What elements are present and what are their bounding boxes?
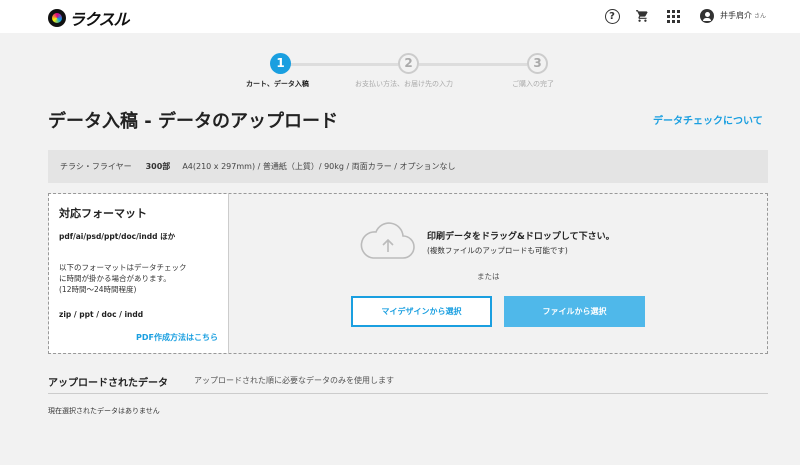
format-list: pdf/ai/psd/ppt/doc/indd ほか (59, 232, 176, 241)
data-check-link[interactable]: データチェックについて (653, 112, 763, 127)
step-3-indicator: 3 (527, 53, 548, 74)
spec-quantity: 300部 (145, 162, 171, 171)
cloud-upload-icon (360, 222, 415, 259)
cart-icon[interactable] (632, 6, 652, 26)
page-title: データ入稿 - データのアップロード (48, 111, 339, 132)
order-spec-bar: チラシ・フライヤー 300部 A4(210 x 297mm) / 普通紙（上質）… (48, 150, 768, 183)
empty-state-text: 現在選択されたデータはありません (48, 407, 160, 415)
select-file-button[interactable]: ファイルから選択 (504, 296, 645, 327)
step-2-indicator: 2 (398, 53, 419, 74)
dropzone-title: 印刷データをドラッグ&ドロップして下さい。 (427, 232, 615, 242)
format-title: 対応フォーマット (59, 207, 147, 220)
divider (48, 393, 768, 394)
account-icon[interactable] (697, 6, 717, 26)
pdf-howto-link[interactable]: PDF作成方法はこちら (136, 332, 218, 343)
logo-text: ラクスル (69, 10, 130, 29)
logo[interactable]: ラクスル (48, 6, 130, 30)
step-3-label: ご購入の完了 (512, 80, 554, 88)
or-separator: または (477, 272, 500, 281)
format-note: 以下のフォーマットはデータチェック に時間が掛かる場合があります。 (12時間〜… (59, 263, 187, 294)
apps-icon[interactable] (663, 6, 683, 26)
step-connector (419, 63, 527, 66)
step-1-label: カート、データ入稿 (246, 80, 309, 88)
select-from-mydesign-button[interactable]: マイデザインから選択 (351, 296, 492, 327)
format-panel: 対応フォーマット pdf/ai/psd/ppt/doc/indd ほか 以下のフ… (49, 194, 229, 353)
help-icon[interactable]: ? (602, 6, 622, 26)
spec-detail: A4(210 x 297mm) / 普通紙（上質）/ 90kg / 両面カラー … (182, 162, 456, 171)
user-name[interactable]: 井手肩介 さん (720, 10, 766, 21)
step-1-indicator: 1 (270, 53, 291, 74)
uploaded-data-title: アップロードされたデータ (48, 378, 168, 389)
dropzone-subtitle: (複数ファイルのアップロードも可能です) (427, 246, 568, 255)
spec-product: チラシ・フライヤー (60, 162, 132, 171)
uploaded-data-description: アップロードされた順に必要なデータのみを使用します (194, 376, 394, 385)
slow-format-list: zip / ppt / doc / indd (59, 310, 144, 319)
upload-dropzone[interactable]: 対応フォーマット pdf/ai/psd/ppt/doc/indd ほか 以下のフ… (48, 193, 768, 354)
step-connector (290, 63, 398, 66)
step-2-label: お支払い方法、お届け先の入力 (355, 80, 453, 88)
header-bar: ラクスル ? 井手肩介 さん (0, 0, 800, 33)
logo-mark-icon (48, 9, 66, 27)
